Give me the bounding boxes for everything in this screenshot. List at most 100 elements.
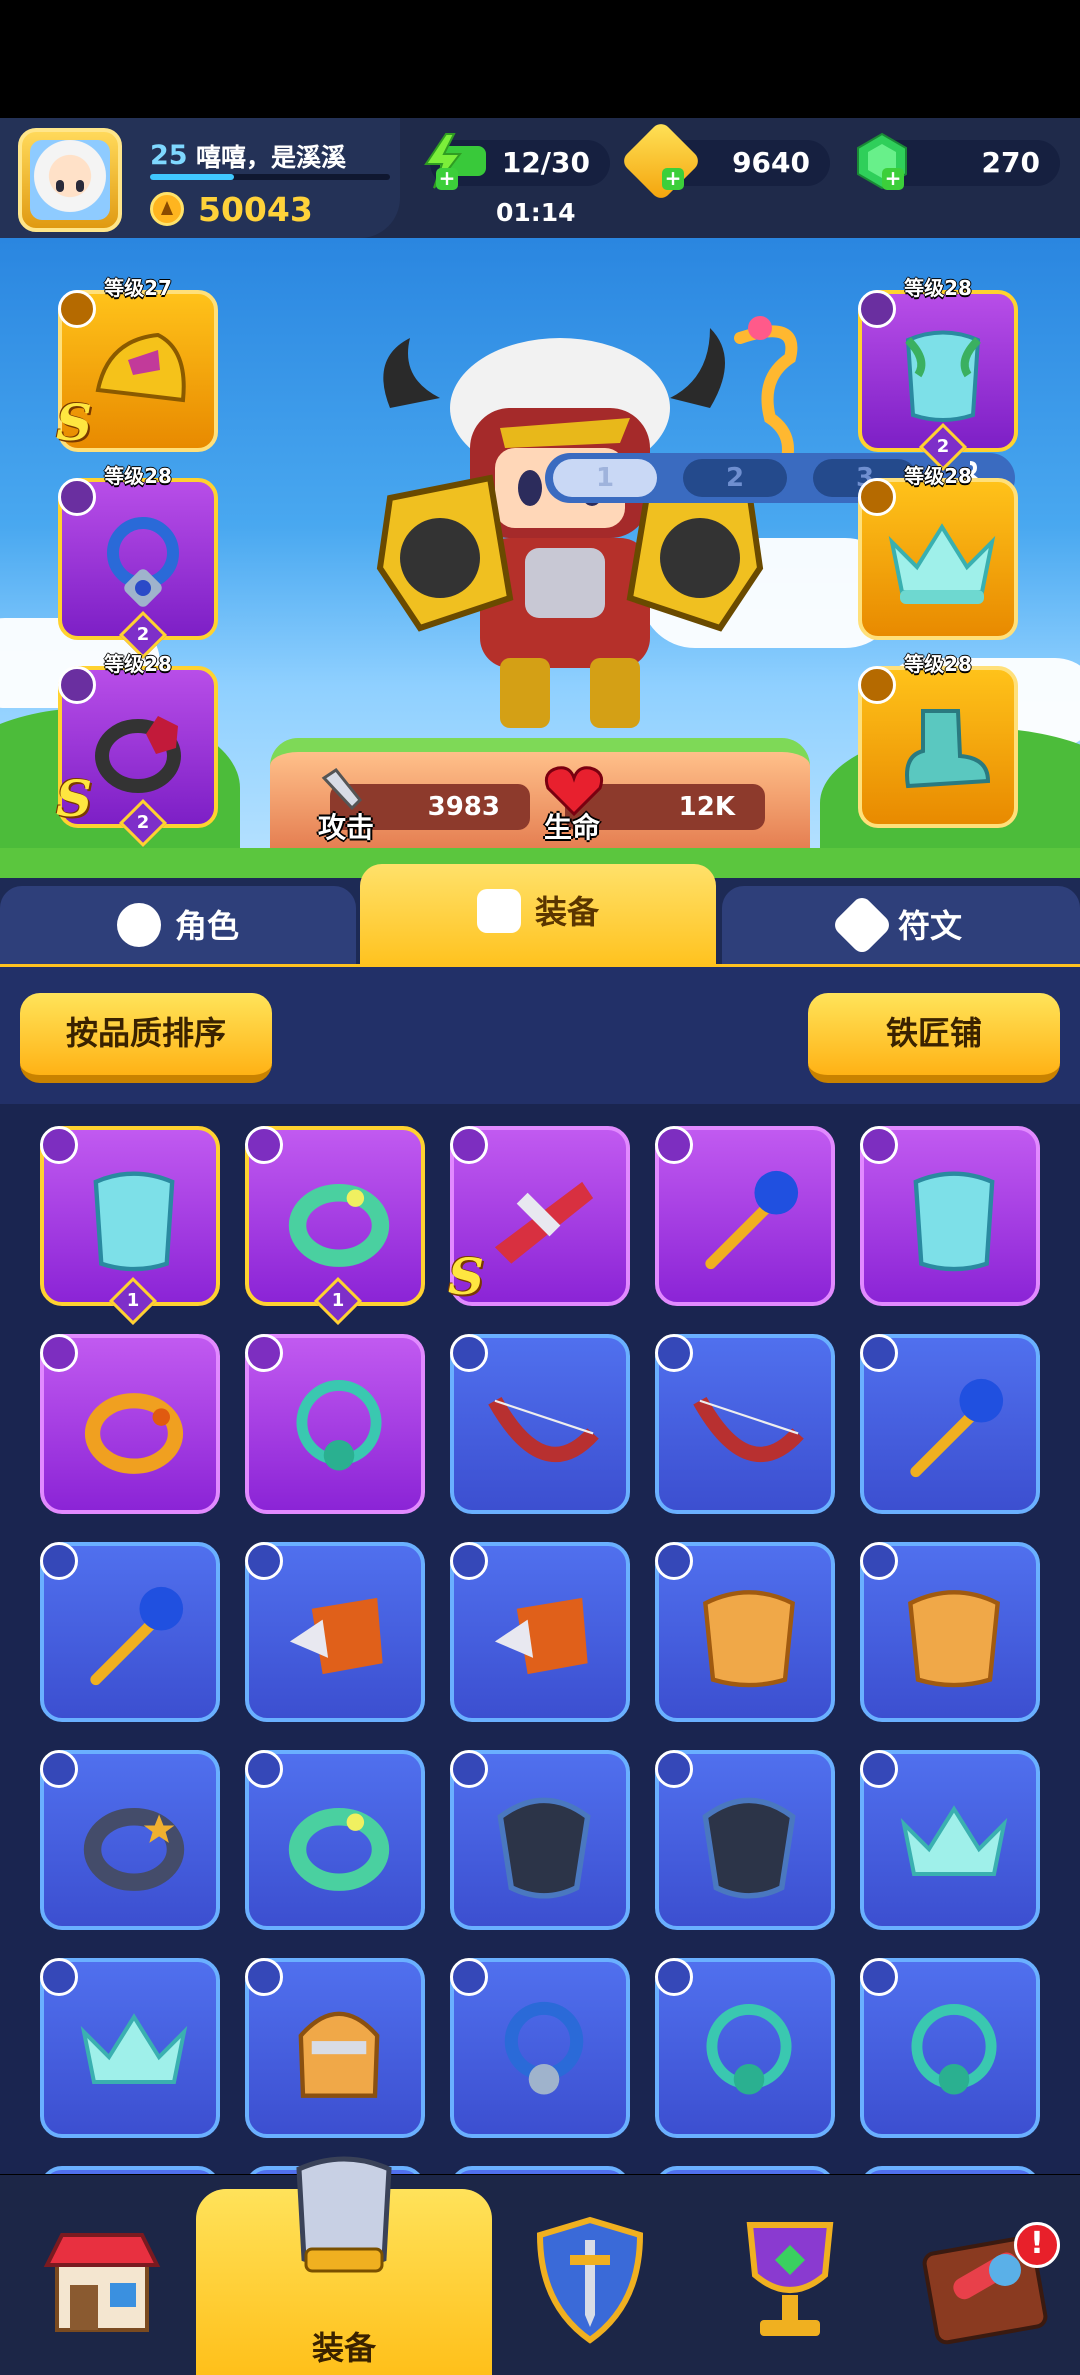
- leather-armor-icon: [703, 1590, 795, 1688]
- armor-type-icon: [860, 1542, 898, 1580]
- inventory-item-bow[interactable]: [450, 1334, 630, 1514]
- sort-by-quality-button[interactable]: 按品质排序: [20, 993, 272, 1083]
- inventory-grid: 1 1 S: [0, 1104, 1080, 2174]
- xp-bar-fill: [150, 174, 234, 180]
- inventory-item-necklace[interactable]: [450, 1958, 630, 2138]
- equip-slot-necklace[interactable]: 等级28 2: [58, 464, 218, 660]
- armor-type-icon: [860, 1126, 898, 1164]
- inventory-item-staff[interactable]: [860, 1334, 1040, 1514]
- inventory-item-weapon[interactable]: S: [448, 1126, 630, 1306]
- energy-counter[interactable]: + 12/30: [424, 133, 610, 190]
- tab-equipment[interactable]: 装备: [360, 864, 716, 964]
- gem-value: 270: [981, 146, 1040, 179]
- inventory-item-helmet[interactable]: [655, 1750, 835, 1930]
- nav-shop[interactable]: [16, 2215, 196, 2365]
- inventory-item-crown[interactable]: [860, 1750, 1040, 1930]
- necklace-type-icon: [655, 1958, 693, 1996]
- ring-type-icon: [40, 1750, 78, 1788]
- necklace-icon: [107, 517, 179, 607]
- blacksmith-button[interactable]: 铁匠铺: [808, 993, 1060, 1083]
- add-gems-icon[interactable]: +: [882, 168, 904, 190]
- equip-slot-weapon[interactable]: 等级27 S: [56, 276, 218, 452]
- helmet-type-icon: [858, 478, 896, 516]
- loadout-tab-1[interactable]: 1: [553, 459, 657, 497]
- equip-slot-ring[interactable]: 等级28 S 2: [56, 652, 218, 848]
- hp-label: 生命: [544, 811, 601, 844]
- loadout-tab-2[interactable]: 2: [683, 459, 787, 497]
- inventory-item-claw[interactable]: [450, 1542, 630, 1722]
- inventory-item-claw[interactable]: [245, 1542, 425, 1722]
- power-icon: [150, 192, 184, 226]
- inventory-item-armor[interactable]: [860, 1126, 1040, 1306]
- gem-counter[interactable]: + 270: [857, 132, 1060, 190]
- add-gold-icon[interactable]: +: [662, 168, 684, 190]
- inventory-item-bow[interactable]: [655, 1334, 835, 1514]
- player-avatar[interactable]: [18, 128, 122, 232]
- inventory-item-ring[interactable]: 1: [245, 1126, 425, 1326]
- hero-character[interactable]: [330, 298, 810, 738]
- inventory-item-armor[interactable]: 1: [40, 1126, 220, 1326]
- inventory-item-ring[interactable]: [40, 1750, 220, 1930]
- inventory-item[interactable]: [655, 2166, 835, 2174]
- leather-armor-icon: [908, 1590, 1000, 1688]
- inventory-item[interactable]: [860, 2166, 1040, 2174]
- inventory-item-helmet[interactable]: [245, 1958, 425, 2138]
- inventory-item-staff[interactable]: [40, 1542, 220, 1722]
- gold-value: 9640: [732, 146, 810, 179]
- inventory-item-ring[interactable]: [245, 1750, 425, 1930]
- gold-coin-icon: [619, 119, 703, 203]
- boots-icon: [905, 709, 991, 789]
- weapon-type-icon: [655, 1126, 693, 1164]
- inventory-item[interactable]: [40, 2166, 220, 2174]
- helmet-type-icon: [860, 1750, 898, 1788]
- tab-equipment-label: 装备: [534, 893, 599, 931]
- weapon-type-icon: [450, 1126, 488, 1164]
- inventory-item-armor[interactable]: [860, 1542, 1040, 1722]
- inventory-item-necklace[interactable]: [245, 1334, 425, 1514]
- crossbow-icon: [494, 1181, 594, 1264]
- inventory-item-staff[interactable]: [655, 1126, 835, 1306]
- nav-trophy[interactable]: [700, 2215, 880, 2365]
- octopus-necklace-icon: [911, 2004, 997, 2095]
- avatar-portrait: [30, 140, 110, 220]
- xp-bar: [150, 174, 390, 180]
- bow-icon: [693, 1396, 804, 1463]
- inventory-item-ring[interactable]: [40, 1334, 220, 1514]
- shop-icon: [43, 2233, 161, 2332]
- equip-slot-helmet[interactable]: 等级28: [858, 464, 1018, 640]
- equip-slot-boots[interactable]: 等级28: [858, 652, 1018, 828]
- inventory-toolbar: 按品质排序 铁匠铺: [0, 964, 1080, 1104]
- gold-counter[interactable]: + 9640: [619, 119, 830, 203]
- staff-icon: [910, 1378, 1004, 1478]
- crown-icon: [888, 523, 996, 604]
- inventory-item-crown[interactable]: [40, 1958, 220, 2138]
- helmet-type-icon: [245, 1958, 283, 1996]
- add-energy-icon[interactable]: +: [436, 168, 458, 190]
- weapon-type-icon: [860, 1334, 898, 1372]
- knight-helmet-icon: [298, 2011, 380, 2098]
- inventory-item-helmet[interactable]: [450, 1750, 630, 1930]
- attack-value: 3983: [427, 792, 500, 822]
- tab-runes[interactable]: 符文: [722, 886, 1080, 964]
- avatar-eye: [76, 180, 84, 192]
- necklace-type-icon: [450, 1958, 488, 1996]
- avatar-eye: [56, 180, 64, 192]
- status-bar-area: [0, 0, 1080, 118]
- ring-type-icon: [245, 1750, 283, 1788]
- rank-s-badge: S: [56, 769, 93, 828]
- energy-timer: 01:14: [496, 198, 576, 227]
- inventory-item[interactable]: [450, 2166, 630, 2174]
- tab-character[interactable]: 角色: [0, 886, 356, 964]
- armor-icon: [913, 1171, 995, 1272]
- inventory-item-armor[interactable]: [655, 1542, 835, 1722]
- energy-value: 12/30: [501, 146, 590, 179]
- nav-skills[interactable]: [500, 2215, 680, 2365]
- attack-label: 攻击: [318, 811, 375, 844]
- inventory-item-necklace[interactable]: [655, 1958, 835, 2138]
- star-ring-icon: [83, 1808, 185, 1891]
- necklace-icon: [504, 2001, 584, 2095]
- main-tabs: 角色 装备 符文: [0, 864, 1080, 964]
- nav-equipment[interactable]: 装备: [196, 2156, 492, 2375]
- inventory-item-necklace[interactable]: [860, 1958, 1040, 2138]
- equip-slot-armor[interactable]: 等级28 2: [858, 276, 1018, 472]
